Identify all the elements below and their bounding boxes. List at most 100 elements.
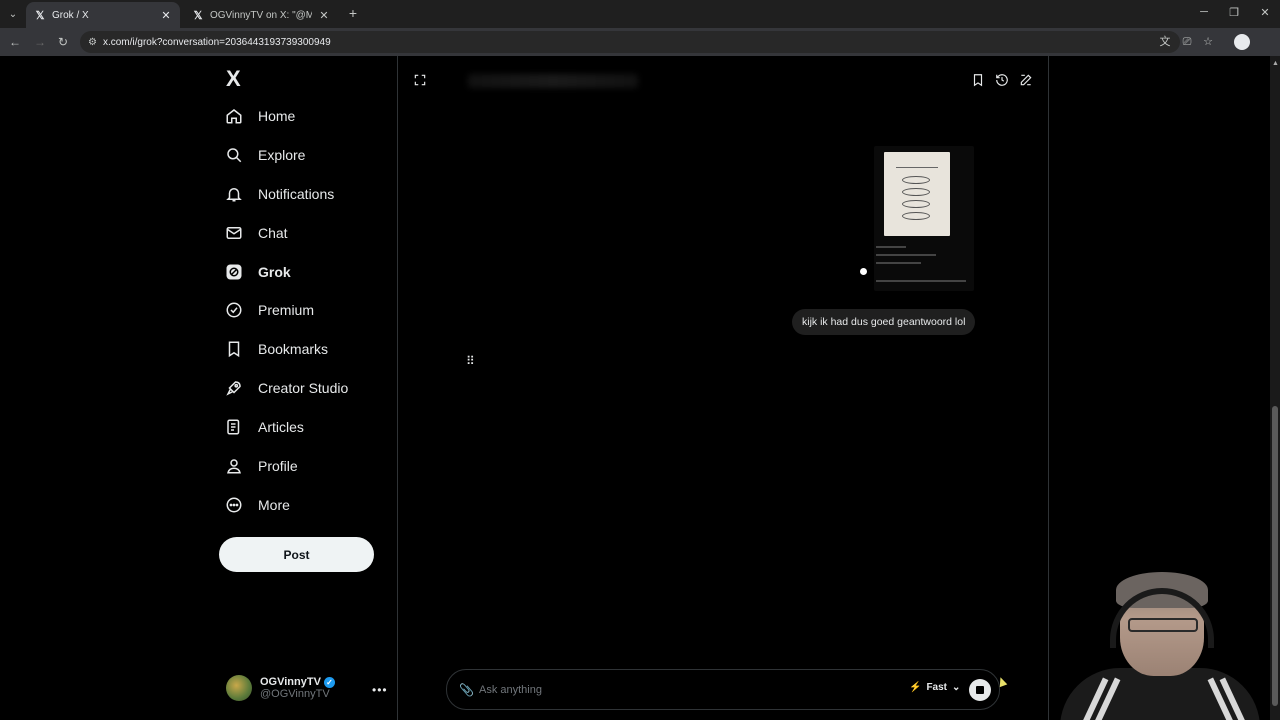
sidebar-item-label: Grok <box>258 264 291 280</box>
person-icon <box>224 456 244 476</box>
sidebar-item-label: Explore <box>258 147 306 163</box>
browser-address-bar: ← → ↻ ⚙ x.com/i/grok?conversation=203644… <box>0 28 1280 56</box>
chevron-down-icon: ⌄ <box>952 682 961 693</box>
url-field[interactable]: ⚙ x.com/i/grok?conversation=203644319373… <box>80 31 1180 53</box>
account-text: OGVinnyTV ✓ @OGVinnyTV <box>260 676 335 700</box>
sidebar-item-label: Notifications <box>258 186 335 202</box>
close-tab-icon[interactable]: ✕ <box>160 9 172 22</box>
image-thumbnail <box>884 152 950 236</box>
image-detail <box>896 160 938 168</box>
history-icon[interactable] <box>994 72 1010 88</box>
sidebar-item-home[interactable]: Home <box>224 98 295 134</box>
sidebar-item-creator-studio[interactable]: Creator Studio <box>224 370 348 406</box>
divider <box>1048 56 1049 720</box>
mode-label: Fast <box>926 682 948 693</box>
star-icon[interactable]: ☆ <box>1201 35 1215 49</box>
sidebar-item-label: Chat <box>258 225 288 241</box>
image-detail <box>876 262 921 264</box>
bell-icon <box>224 184 244 204</box>
mode-selector[interactable]: ⚡ Fast ⌄ <box>909 682 960 693</box>
media-indicator-icon <box>860 268 867 275</box>
x-favicon-icon: 𝕏 <box>193 9 203 22</box>
browser-tab-post[interactable]: 𝕏 OGVinnyTV on X: "@Mishi_22 ✕ <box>184 2 338 28</box>
mail-icon <box>224 223 244 243</box>
x-logo-icon[interactable]: X <box>226 66 241 92</box>
search-icon <box>224 145 244 165</box>
verified-icon: ✓ <box>323 676 335 688</box>
mouse-cursor <box>996 675 1008 688</box>
verified-badge-icon <box>224 300 244 320</box>
user-message-bubble: kijk ik had dus goed geantwoord lol <box>792 309 976 335</box>
expand-icon[interactable] <box>412 72 428 88</box>
sidebar-item-label: Articles <box>258 419 304 435</box>
reload-icon[interactable]: ↻ <box>55 34 71 50</box>
ask-input[interactable] <box>479 680 879 700</box>
sidebar-item-chat[interactable]: Chat <box>224 215 288 251</box>
scroll-up-icon[interactable]: ▲ <box>1272 60 1279 67</box>
page-scrollbar[interactable]: ▲ <box>1270 56 1280 720</box>
browser-tab-bar: ⌄ 𝕏 Grok / X ✕ 𝕏 OGVinnyTV on X: "@Mishi… <box>0 0 1280 28</box>
sidebar-item-grok[interactable]: Grok <box>224 254 291 290</box>
sidebar-item-notifications[interactable]: Notifications <box>224 176 334 212</box>
sidebar: X Home Explore Notifications Chat Grok P… <box>212 56 398 720</box>
sidebar-item-bookmarks[interactable]: Bookmarks <box>224 331 328 367</box>
image-detail <box>902 200 930 208</box>
grok-thinking-icon: ⠿ <box>466 354 475 368</box>
bookmark-icon <box>224 339 244 359</box>
url-text: x.com/i/grok?conversation=20364431937393… <box>102 36 331 48</box>
sidebar-item-profile[interactable]: Profile <box>224 448 298 484</box>
sidebar-item-label: Home <box>258 108 296 124</box>
bookmark-icon[interactable] <box>970 72 986 88</box>
browser-profile-avatar[interactable] <box>1234 34 1250 50</box>
close-window-icon[interactable]: ✕ <box>1258 6 1272 19</box>
new-tab-icon[interactable]: + <box>346 5 360 21</box>
sidebar-item-label: Profile <box>258 458 298 474</box>
avatar <box>226 675 252 701</box>
account-switcher[interactable]: OGVinnyTV ✓ @OGVinnyTV <box>226 673 386 703</box>
restore-icon[interactable]: ❐ <box>1227 6 1241 19</box>
stop-button[interactable] <box>969 679 991 701</box>
scroll-thumb[interactable] <box>1272 406 1278 706</box>
image-detail <box>876 280 966 282</box>
x-favicon-icon: 𝕏 <box>35 9 45 22</box>
lightning-icon: ⚡ <box>909 682 922 693</box>
stop-icon <box>976 686 984 694</box>
image-detail <box>876 254 936 256</box>
back-icon[interactable]: ← <box>7 34 23 50</box>
post-button[interactable]: Post <box>219 537 374 572</box>
site-info-icon[interactable]: ⚙ <box>88 37 97 48</box>
composer: 📎 ⚡ Fast ⌄ <box>446 669 1000 710</box>
new-chat-icon[interactable] <box>1018 72 1034 88</box>
image-detail <box>902 188 930 196</box>
image-detail <box>902 176 930 184</box>
image-detail <box>902 212 930 220</box>
home-icon <box>224 106 244 126</box>
sidebar-item-explore[interactable]: Explore <box>224 137 305 173</box>
more-circle-icon <box>224 495 244 515</box>
account-name-row: OGVinnyTV ✓ <box>260 676 335 688</box>
tab-title: OGVinnyTV on X: "@Mishi_22 <box>210 9 312 21</box>
grok-conversation: kijk ik had dus goed geantwoord lol ⠿ 📎 … <box>398 56 1048 720</box>
more-horizontal-icon[interactable]: ••• <box>372 683 388 697</box>
attach-icon[interactable]: 📎 <box>459 683 474 697</box>
close-tab-icon[interactable]: ✕ <box>318 9 330 22</box>
sidebar-item-premium[interactable]: Premium <box>224 292 314 328</box>
attached-image[interactable] <box>860 146 974 291</box>
install-icon[interactable]: ⎚ <box>1180 35 1194 49</box>
browser-tab-grok[interactable]: 𝕏 Grok / X ✕ <box>26 2 180 28</box>
sidebar-item-label: More <box>258 497 290 513</box>
webcam-overlay <box>1050 568 1270 720</box>
webcam-glasses <box>1128 618 1198 632</box>
tab-search-icon[interactable]: ⌄ <box>4 5 22 23</box>
sidebar-item-label: Premium <box>258 302 315 318</box>
account-name: OGVinnyTV <box>260 676 321 688</box>
grok-icon <box>224 262 244 282</box>
rocket-icon <box>224 378 244 398</box>
minimize-icon[interactable]: ─ <box>1197 6 1211 18</box>
image-detail <box>876 246 906 248</box>
translate-icon[interactable]: 文 <box>1158 35 1172 49</box>
sidebar-item-more[interactable]: More <box>224 487 290 523</box>
tab-title: Grok / X <box>52 9 89 21</box>
sidebar-item-articles[interactable]: Articles <box>224 409 304 445</box>
forward-icon[interactable]: → <box>32 34 48 50</box>
